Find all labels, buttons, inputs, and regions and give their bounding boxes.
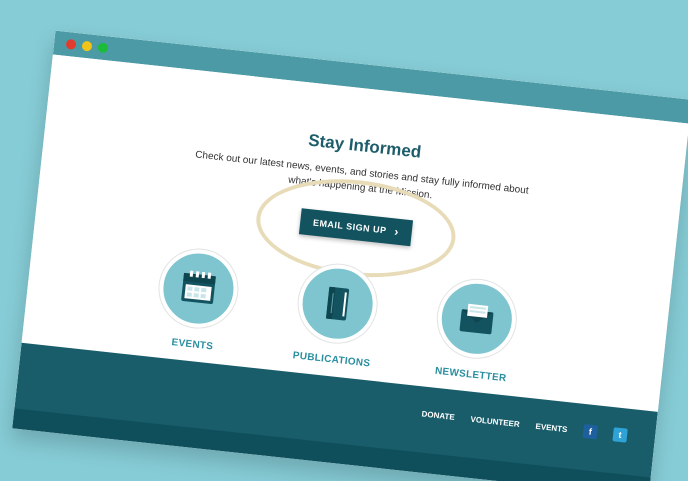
maximize-window-icon[interactable]	[97, 42, 109, 54]
footer-nav: DONATE VOLUNTEER EVENTS f t	[421, 406, 628, 443]
browser-window: Stay Informed Check out our latest news,…	[12, 30, 688, 481]
envelope-icon	[433, 275, 520, 362]
newsletter-label: NEWSLETTER	[434, 365, 508, 385]
screenshot-stage: Stay Informed Check out our latest news,…	[0, 0, 688, 481]
facebook-icon[interactable]: f	[582, 424, 598, 440]
events-card[interactable]: EVENTS	[131, 243, 262, 365]
footer-link-events[interactable]: EVENTS	[535, 421, 568, 433]
twitter-icon[interactable]: t	[612, 427, 628, 443]
footer-link-volunteer[interactable]: VOLUNTEER	[470, 414, 520, 428]
publications-label: PUBLICATIONS	[292, 350, 371, 370]
email-signup-label: EMAIL SIGN UP	[312, 217, 388, 236]
chevron-right-icon: ›	[393, 224, 400, 239]
publications-card[interactable]: PUBLICATIONS	[270, 258, 401, 380]
minimize-window-icon[interactable]	[81, 40, 93, 52]
footer-link-donate[interactable]: DONATE	[421, 409, 455, 422]
book-icon	[294, 260, 381, 347]
events-label: EVENTS	[170, 337, 214, 353]
close-window-icon[interactable]	[65, 38, 77, 50]
newsletter-card[interactable]: NEWSLETTER	[409, 274, 540, 396]
footer-bottom-bar	[12, 408, 651, 481]
calendar-icon	[155, 245, 242, 332]
